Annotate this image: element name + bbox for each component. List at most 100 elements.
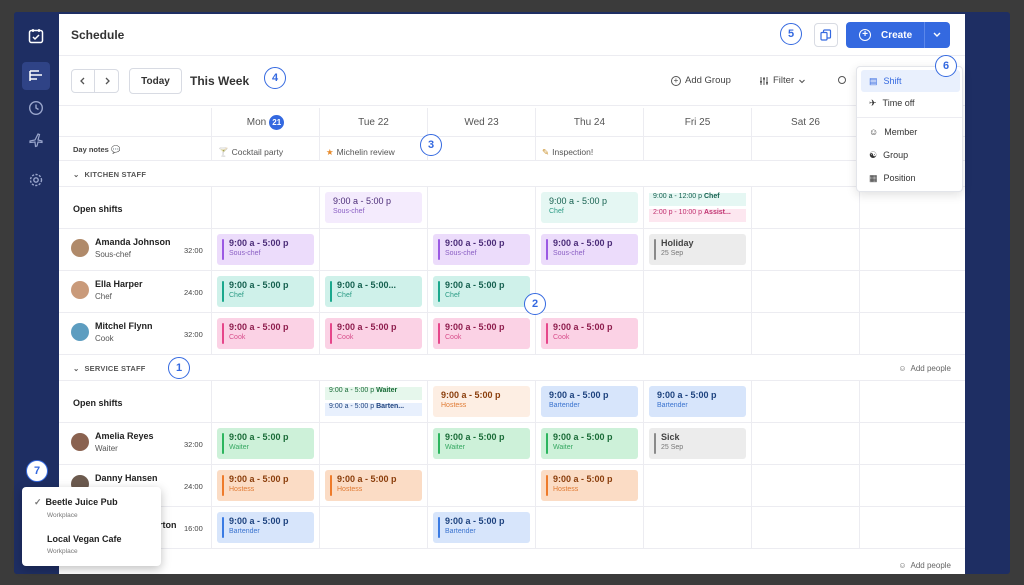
day-header-fri[interactable]: Fri 25: [643, 108, 751, 136]
open-shifts-label: Open shifts: [73, 204, 123, 214]
chevron-left-icon: [80, 77, 85, 85]
menu-item-time-off[interactable]: ✈ Time off: [861, 92, 960, 114]
copy-schedule-button[interactable]: [814, 23, 838, 47]
shift-card[interactable]: 9:00 a - 5:00 p Sous-chef: [217, 234, 314, 265]
section-service[interactable]: ⌄ SERVICE STAFF ☺ Add people: [59, 355, 965, 381]
toolbar: Today This Week + Add Group Filter: [59, 56, 965, 106]
chevron-down-icon: ⌄: [73, 364, 80, 373]
shift-card[interactable]: 9:00 a - 5:00... Chef: [325, 276, 422, 307]
day-header-row: Mon 21 Tue 22 Wed 23 Thu 24 Fri 25 Sat 26: [59, 108, 965, 137]
plane-icon: ✈: [869, 97, 877, 108]
open-shift-mini[interactable]: 9:00 a - 12:00 p Chef: [649, 193, 746, 206]
schedule-nav-icon[interactable]: [22, 62, 50, 90]
staff-hours: 32:00: [184, 440, 203, 449]
day-notes-row: Day notes 💬 🍸 Cocktail party ★ Michelin re…: [59, 137, 965, 161]
plane-icon[interactable]: [22, 126, 50, 154]
clock-icon[interactable]: [22, 94, 50, 122]
callout-4: 4: [264, 67, 286, 89]
calendar-icon: ▤: [869, 75, 878, 86]
check-icon: ✓: [34, 497, 42, 507]
shift-card[interactable]: 9:00 a - 5:00 p Hostess: [541, 470, 638, 501]
staff-member[interactable]: Amelia Reyes Waiter: [71, 431, 154, 453]
plus-circle-icon: +: [859, 29, 871, 41]
add-person-icon: ☺: [898, 364, 907, 373]
settings-gear-icon[interactable]: [22, 166, 50, 194]
avatar: [71, 239, 89, 257]
sick-card[interactable]: Sick 25 Sep: [649, 428, 746, 459]
today-button[interactable]: Today: [129, 68, 182, 94]
menu-item-position[interactable]: ▦ Position: [861, 167, 960, 189]
callout-3: 3: [420, 134, 442, 156]
open-shift-mini[interactable]: 2:00 p - 10:00 p Assist...: [649, 209, 746, 222]
day-header-mon[interactable]: Mon 21: [211, 108, 319, 136]
holiday-card[interactable]: Holiday 25 Sep: [649, 234, 746, 265]
shift-card[interactable]: 9:00 a - 5:00 p Waiter: [217, 428, 314, 459]
open-shifts-label: Open shifts: [73, 398, 123, 408]
shift-card[interactable]: 9:00 a - 5:00 p Hostess: [325, 470, 422, 501]
top-bar: Schedule + Create: [59, 14, 965, 56]
shift-card[interactable]: 9:00 a - 5:00 p Chef: [433, 276, 530, 307]
menu-item-member[interactable]: ☺ Member: [861, 121, 960, 143]
create-button[interactable]: + Create: [846, 22, 950, 48]
shift-card[interactable]: 9:00 a - 5:00 p Cook: [217, 318, 314, 349]
add-group-button[interactable]: + Add Group: [671, 75, 731, 86]
shift-card[interactable]: 9:00 a - 5:00 p Waiter: [541, 428, 638, 459]
callout-2: 2: [524, 293, 546, 315]
day-header-wed[interactable]: Wed 23: [427, 108, 535, 136]
more-tools-icon[interactable]: [837, 75, 847, 85]
staff-row-partial: rton 16:00 9:00 a - 5:00 p Bartender 9:00…: [59, 507, 965, 549]
prev-week-button[interactable]: [71, 69, 95, 93]
staff-hours: 24:00: [184, 482, 203, 491]
shift-card[interactable]: 9:00 a - 5:00 p Cook: [541, 318, 638, 349]
copy-icon: [820, 29, 832, 41]
day-note-sat[interactable]: [751, 137, 859, 160]
open-shift-card[interactable]: 9:00 a - 5:00 p Sous-chef: [325, 192, 422, 223]
cocktail-icon: 🍸: [218, 146, 229, 157]
date-range-label: This Week: [190, 74, 250, 88]
service-open-shifts-row: Open shifts 9:00 a - 5:00 p Waiter 9:00 …: [59, 381, 965, 423]
shift-card[interactable]: 9:00 a - 5:00 p Bartender: [433, 512, 530, 543]
day-note-fri[interactable]: [643, 137, 751, 160]
shift-card[interactable]: 9:00 a - 5:00 p Cook: [325, 318, 422, 349]
day-header-thu[interactable]: Thu 24: [535, 108, 643, 136]
callout-6: 6: [935, 55, 957, 77]
workplace-item-active[interactable]: ✓ Beetle Juice Pub Workplace: [34, 497, 118, 519]
staff-row-amelia: Amelia Reyes Waiter 32:00 9:00 a - 5:00 p…: [59, 423, 965, 465]
day-note-thu[interactable]: ✎ Inspection!: [535, 137, 643, 160]
open-shift-mini[interactable]: 9:00 a - 5:00 p Barten...: [325, 403, 422, 416]
next-week-button[interactable]: [95, 69, 119, 93]
inspection-icon: ✎: [542, 146, 550, 157]
staff-member[interactable]: Ella Harper Chef: [71, 279, 143, 301]
shift-card[interactable]: 9:00 a - 5:00 p Hostess: [217, 470, 314, 501]
open-shift-mini[interactable]: 9:00 a - 5:00 p Waiter: [325, 387, 422, 400]
app-logo-icon[interactable]: [22, 22, 50, 50]
open-shift-card[interactable]: 9:00 a - 5:00 p Bartender: [541, 386, 638, 417]
shift-card[interactable]: 9:00 a - 5:00 p Chef: [217, 276, 314, 307]
staff-member[interactable]: Mitchel Flynn Cook: [71, 321, 153, 343]
day-header-sat[interactable]: Sat 26: [751, 108, 859, 136]
kitchen-open-shifts-row: Open shifts 9:00 a - 5:00 p Sous-chef 9:0…: [59, 187, 965, 229]
shift-card[interactable]: 9:00 a - 5:00 p Sous-chef: [541, 234, 638, 265]
open-shift-card[interactable]: 9:00 a - 5:00 p Chef: [541, 192, 638, 223]
callout-5: 5: [780, 23, 802, 45]
staff-row-amanda: Amanda Johnson Sous-chef 32:00 9:00 a - 5…: [59, 229, 965, 271]
shift-card[interactable]: 9:00 a - 5:00 p Waiter: [433, 428, 530, 459]
add-people-button[interactable]: ☺ Add people: [898, 364, 951, 373]
shift-card[interactable]: 9:00 a - 5:00 p Bartender: [217, 512, 314, 543]
workplace-item[interactable]: Local Vegan Cafe Workplace: [34, 534, 122, 555]
open-shift-card[interactable]: 9:00 a - 5:00 p Hostess: [433, 386, 530, 417]
section-kitchen[interactable]: ⌄ KITCHEN STAFF: [59, 161, 965, 187]
day-note-mon[interactable]: 🍸 Cocktail party: [211, 137, 319, 160]
staff-member[interactable]: Amanda Johnson Sous-chef: [71, 237, 171, 259]
day-note-wed[interactable]: [427, 137, 535, 160]
menu-item-group[interactable]: ☯ Group: [861, 144, 960, 166]
section-next: ☺ Add people: [59, 549, 965, 574]
staff-row-mitchel: Mitchel Flynn Cook 32:00 9:00 a - 5:00 pC…: [59, 313, 965, 355]
filter-button[interactable]: Filter: [759, 75, 806, 86]
day-header-tue[interactable]: Tue 22: [319, 108, 427, 136]
shift-card[interactable]: 9:00 a - 5:00 p Cook: [433, 318, 530, 349]
add-people-button[interactable]: ☺ Add people: [898, 561, 951, 570]
day-note-tue[interactable]: ★ Michelin review: [319, 137, 427, 160]
open-shift-card[interactable]: 9:00 a - 5:00 p Bartender: [649, 386, 746, 417]
shift-card[interactable]: 9:00 a - 5:00 p Sous-chef: [433, 234, 530, 265]
